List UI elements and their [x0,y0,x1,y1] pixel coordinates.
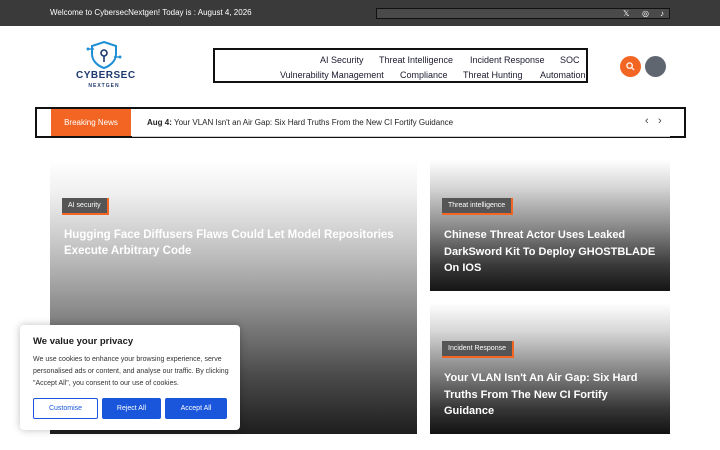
logo-brand-text: CYBERSEC [76,70,136,81]
story-card[interactable]: Incident Response Your VLAN Isn't An Air… [430,303,670,434]
card-headline[interactable]: Chinese Threat Actor Uses Leaked DarkSwo… [444,227,659,277]
shield-logo-icon [86,40,122,70]
nav-item-automation[interactable]: Automation [540,70,586,80]
site-logo[interactable]: CYBERSEC NEXTGEN [76,40,136,96]
nav-item-soc[interactable]: SOC [560,55,580,65]
logo-sub-text: NEXTGEN [88,83,120,89]
top-bar: Welcome to CybersecNextgen! Today is : A… [0,0,720,26]
breaking-divider [132,136,670,137]
nav-item-ai-security[interactable]: AI Security [320,55,364,65]
customise-button[interactable]: Customise [33,398,98,419]
tiktok-icon[interactable]: ♪ [660,9,664,18]
cookie-title: We value your privacy [33,336,134,347]
card-headline[interactable]: Your VLAN Isn't An Air Gap: Six Hard Tru… [444,370,659,420]
nav-item-compliance[interactable]: Compliance [400,70,448,80]
accept-all-button[interactable]: Accept All [165,398,227,419]
user-menu-button[interactable] [645,56,666,77]
search-button[interactable] [620,56,641,77]
chevron-left-icon[interactable]: ‹ [645,115,649,127]
nav-item-vulnerability-management[interactable]: Vulnerability Management [280,70,384,80]
category-tag[interactable]: Threat intelligence [442,198,514,215]
card-headline[interactable]: Hugging Face Diffusers Flaws Could Let M… [64,227,394,259]
breaking-news-date: Aug 4: [147,118,172,127]
cookie-body: We use cookies to enhance your browsing … [33,356,229,387]
search-icon [626,62,635,71]
chevron-right-icon[interactable]: › [658,115,662,127]
breaking-news-bar: Breaking News Aug 4: Your VLAN Isn't an … [35,107,686,138]
social-links: 𝕏 ◎ ♪ [376,8,670,19]
x-icon[interactable]: 𝕏 [623,9,629,18]
cookie-consent-dialog: We value your privacy We use cookies to … [20,325,240,430]
story-card[interactable]: Threat intelligence Chinese Threat Actor… [430,160,670,291]
breaking-news-text: Your VLAN Isn't an Air Gap: Six Hard Tru… [171,118,454,127]
site-header: CYBERSEC NEXTGEN AI Security Threat Inte… [0,26,720,106]
welcome-text: Welcome to CybersecNextgen! Today is : A… [50,8,252,17]
breaking-news-headline[interactable]: Aug 4: Your VLAN Isn't an Air Gap: Six H… [147,118,453,127]
instagram-icon[interactable]: ◎ [642,9,649,18]
nav-item-threat-hunting[interactable]: Threat Hunting [463,70,523,80]
category-tag[interactable]: AI security [62,198,109,215]
main-nav: AI Security Threat Intelligence Incident… [213,48,588,83]
nav-item-threat-intelligence[interactable]: Threat Intelligence [379,55,453,65]
category-tag[interactable]: Incident Response [442,341,514,358]
breaking-news-label: Breaking News [51,109,131,136]
reject-all-button[interactable]: Reject All [102,398,161,419]
nav-item-incident-response[interactable]: Incident Response [470,55,545,65]
